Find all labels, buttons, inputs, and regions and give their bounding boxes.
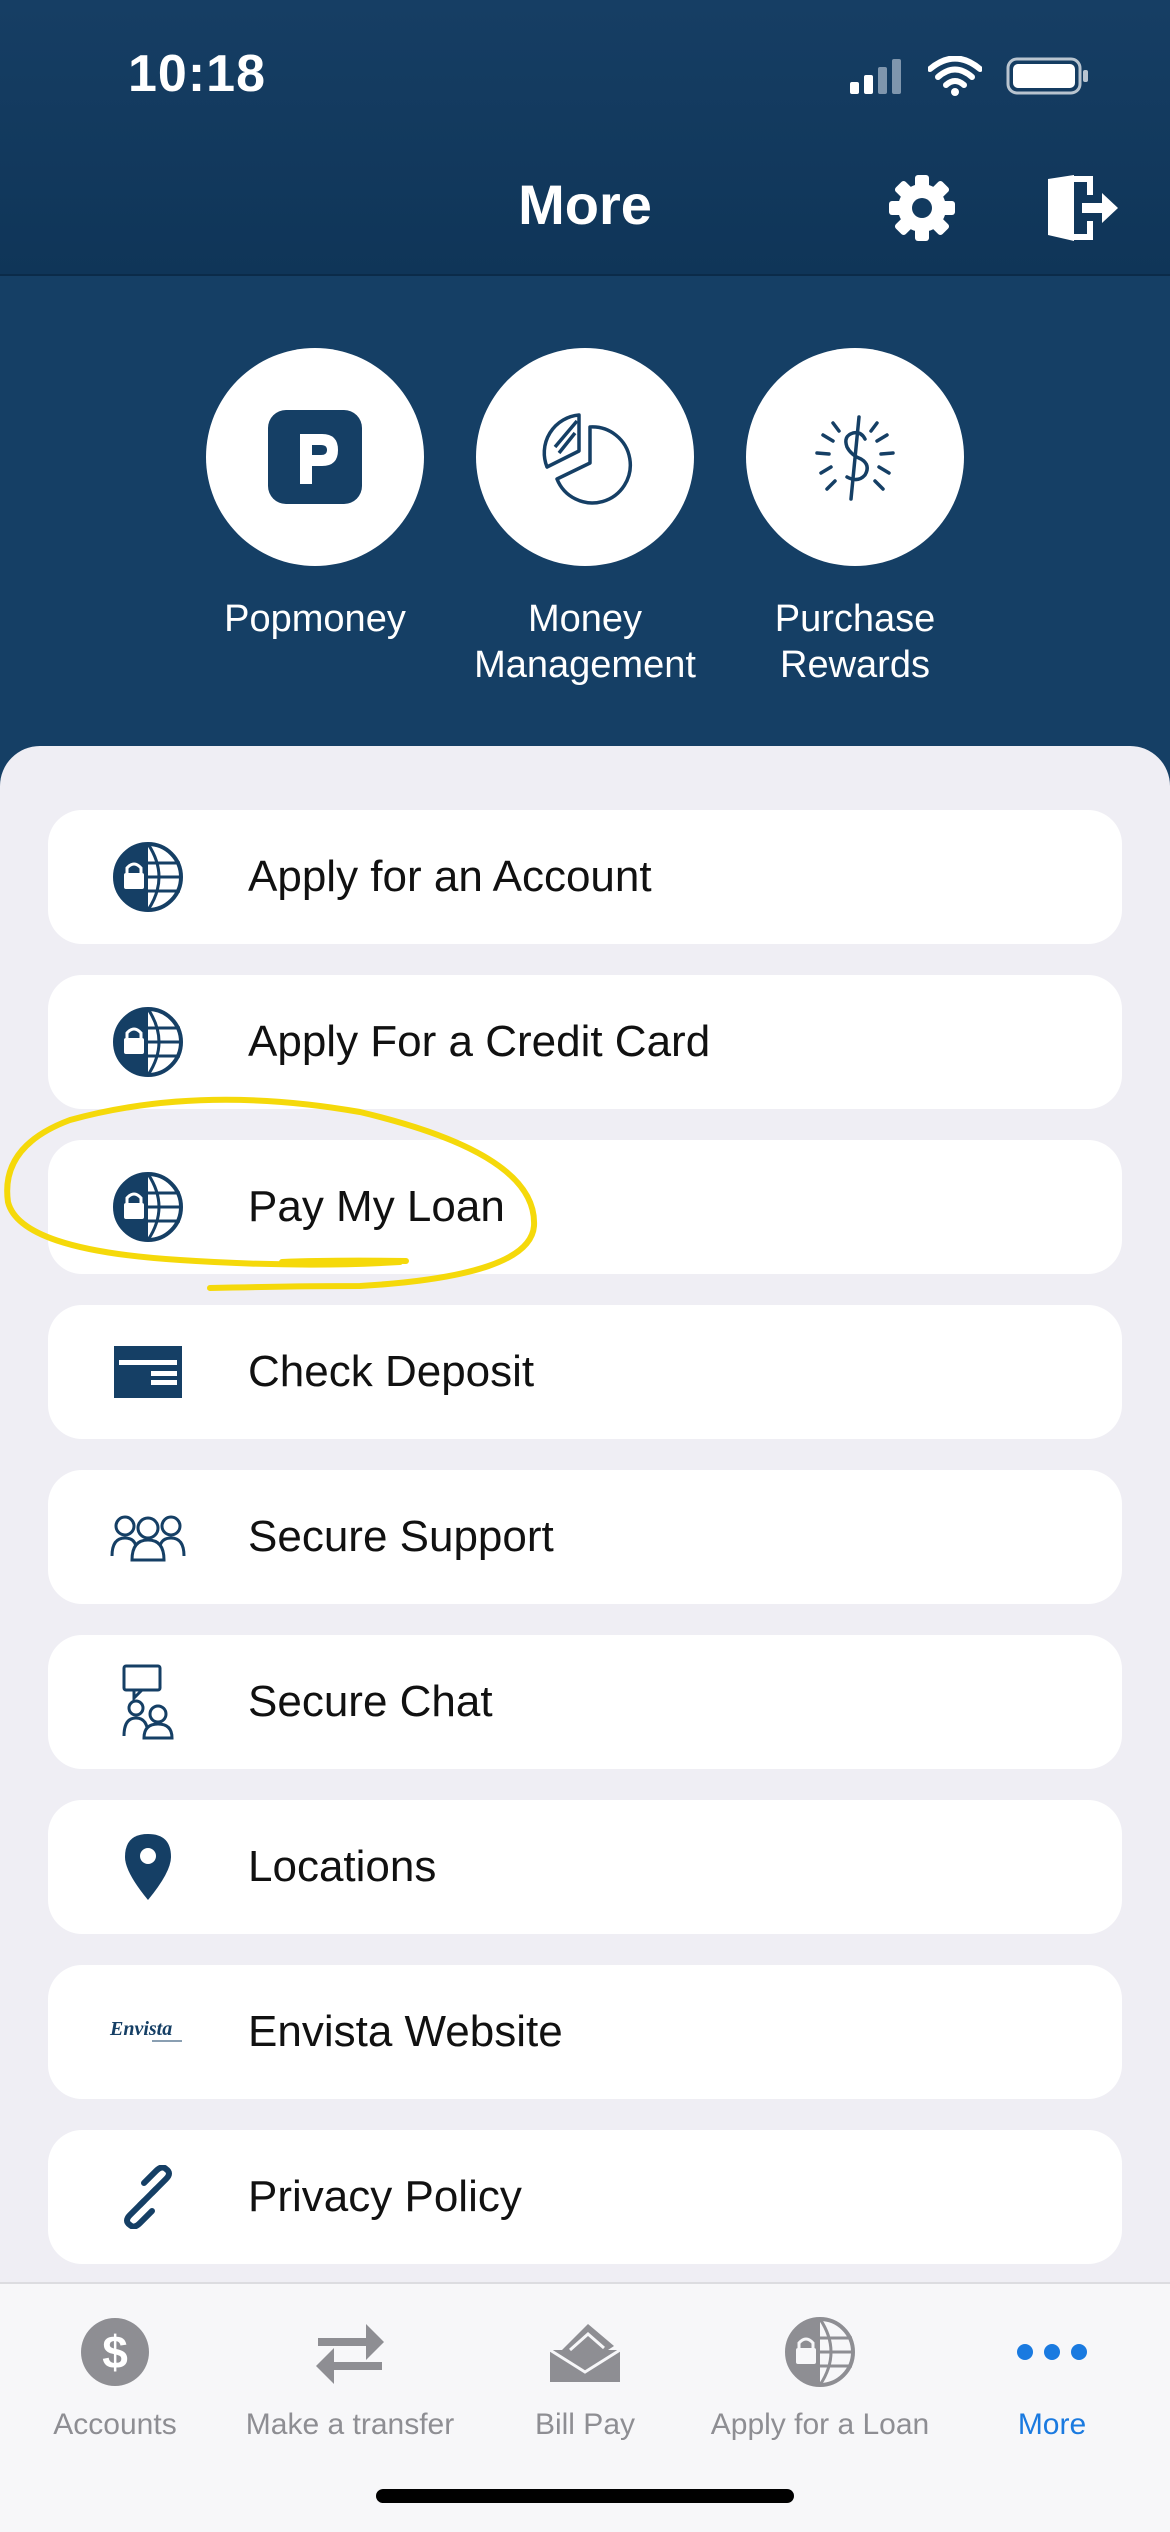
lock-globe-icon [785, 2317, 855, 2387]
tab-label: More [1017, 2408, 1087, 2441]
menu-item-locations[interactable]: Locations [48, 1800, 1122, 1934]
tab-label: Make a transfer [245, 2408, 455, 2441]
tab-label: Apply for a Loan [710, 2408, 930, 2441]
menu-item-label: Envista Website [248, 2007, 563, 2056]
menu-item-envista-website[interactable]: Envista Envista Website [48, 1965, 1122, 2099]
tab-bill-pay[interactable]: Bill Pay [465, 2304, 705, 2442]
more-dots-icon [1017, 2344, 1087, 2360]
tab-accounts[interactable]: $ Accounts [0, 2304, 235, 2442]
map-pin-icon [125, 1834, 171, 1900]
menu-item-label: Locations [248, 1842, 437, 1891]
tab-label: Bill Pay [534, 2408, 636, 2441]
quick-action-label: Purchase Rewards [774, 598, 936, 686]
logout-button[interactable] [1042, 168, 1122, 248]
menu-item-secure-chat[interactable]: Secure Chat [48, 1635, 1122, 1769]
logout-icon [1048, 175, 1118, 241]
lock-globe-icon [113, 842, 183, 912]
menu-item-label: Check Deposit [248, 1347, 535, 1396]
transfer-arrows-icon [316, 2324, 384, 2384]
svg-text:$: $ [102, 2326, 128, 2378]
lock-globe-icon [113, 1007, 183, 1077]
cellular-signal-icon [850, 59, 901, 94]
pie-chart-icon [542, 413, 633, 505]
settings-button[interactable] [882, 168, 962, 248]
quick-actions-panel: Popmoney Money Management Purchase Rewar… [0, 276, 1170, 796]
status-time: 10:18 [128, 45, 266, 103]
quick-action-label: Money Management [474, 598, 696, 686]
menu-item-apply-credit-card[interactable]: Apply For a Credit Card [48, 975, 1122, 1109]
wifi-icon [928, 56, 982, 96]
menu-item-label: Privacy Policy [248, 2172, 522, 2221]
tab-more[interactable]: More [932, 2304, 1170, 2442]
navigation-bar: 10:18 More [0, 0, 1170, 276]
gear-icon [889, 175, 955, 241]
menu-item-privacy-policy[interactable]: Privacy Policy [48, 2130, 1122, 2264]
status-icons [848, 52, 1090, 100]
menu-item-label: Apply For a Credit Card [248, 1017, 711, 1066]
group-icon [110, 1515, 186, 1562]
popmoney-icon [268, 410, 362, 504]
menu-item-secure-support[interactable]: Secure Support [48, 1470, 1122, 1604]
envista-logo-icon: Envista [109, 2018, 182, 2042]
battery-icon [1006, 57, 1088, 95]
menu-item-check-deposit[interactable]: Check Deposit [48, 1305, 1122, 1439]
menu-item-label: Secure Chat [248, 1677, 493, 1726]
menu-item-label: Secure Support [248, 1512, 554, 1561]
quick-action-purchase-rewards[interactable]: Purchase Rewards [740, 348, 970, 688]
tab-make-transfer[interactable]: Make a transfer [230, 2304, 470, 2442]
quick-action-popmoney[interactable]: Popmoney [200, 348, 430, 642]
quick-action-money-management[interactable]: Money Management [470, 348, 700, 688]
tab-label: Accounts [53, 2408, 177, 2441]
annotation-highlight [4, 1096, 538, 1291]
envista-logo-text: Envista [109, 2018, 172, 2040]
check-card-icon [114, 1346, 182, 1398]
dollar-circle-icon: $ [81, 2318, 149, 2386]
quick-action-label: Popmoney [224, 598, 406, 640]
link-icon [124, 2165, 172, 2229]
menu-item-apply-account[interactable]: Apply for an Account [48, 810, 1122, 944]
bill-pay-icon [549, 2324, 621, 2382]
dollar-rewards-icon [815, 415, 895, 501]
tab-apply-for-loan[interactable]: Apply for a Loan [700, 2304, 940, 2442]
chat-people-icon [122, 1664, 174, 1740]
menu-list: Apply for an Account Apply For a Credit … [0, 746, 1170, 2286]
page-title: More [518, 173, 652, 236]
menu-item-label: Apply for an Account [248, 852, 652, 901]
home-indicator [376, 2489, 794, 2503]
